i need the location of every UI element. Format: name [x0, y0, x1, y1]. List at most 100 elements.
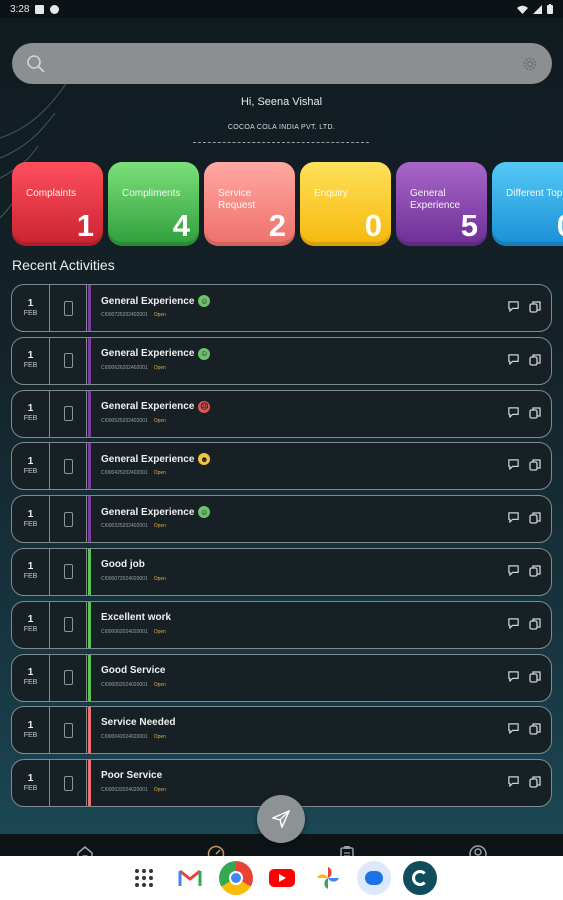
gear-icon[interactable] [522, 56, 538, 72]
activity-date: 1 FEB [12, 390, 50, 437]
activity-title: General Experience [101, 401, 195, 413]
activity-row[interactable]: 1 FEB General Experience ☺ CI000725202402001… [11, 284, 552, 332]
category-count: 1 [76, 208, 94, 243]
reply-icon[interactable] [528, 300, 542, 314]
phone-icon [64, 353, 73, 369]
status-badge: Open [153, 523, 166, 530]
activity-date: 1 FEB [12, 707, 50, 754]
comment-icon[interactable] [507, 511, 520, 524]
send-feedback-button[interactable] [257, 795, 305, 843]
search-input[interactable] [56, 56, 512, 71]
comment-icon[interactable] [507, 722, 520, 735]
ticket-id: CI000062024020001 [101, 628, 148, 635]
activity-date: 1 FEB [12, 285, 50, 331]
activity-title-wrap: Service Needed [101, 717, 176, 728]
app-icon[interactable] [402, 861, 437, 895]
activity-title: Good Service [101, 664, 166, 676]
activity-row[interactable]: 1 FEB Service Needed CI000042024020001 Open [11, 706, 552, 755]
comment-icon[interactable] [507, 300, 520, 313]
category-count: 0 [557, 208, 563, 244]
home-icon[interactable] [75, 844, 95, 856]
reply-icon[interactable] [528, 511, 542, 525]
device-thumbnail [51, 337, 87, 384]
row-actions [507, 617, 542, 631]
apps-grid-icon[interactable] [127, 861, 161, 895]
reply-icon[interactable] [528, 617, 542, 631]
activity-row[interactable]: 1 FEB General Experience ☹ CI000525202402001… [11, 389, 552, 438]
reply-icon[interactable] [528, 458, 542, 472]
activity-row[interactable]: 1 FEB General Experience ☺ CI000626202402001… [11, 336, 552, 385]
device-thumbnail [51, 601, 87, 648]
activity-row[interactable]: 1 FEB General Experience ☺ CI000325202402001… [11, 495, 552, 544]
activity-date: 1 FEB [12, 496, 50, 543]
category-count: 4 [172, 208, 190, 243]
category-accent-bar [88, 760, 91, 807]
activity-title: General Experience [101, 295, 195, 307]
activity-title: General Experience [101, 453, 195, 465]
ticket-id: CI000626202402001 [101, 364, 148, 371]
activity-day: 1 [27, 350, 34, 362]
gmail-icon[interactable] [173, 861, 207, 895]
youtube-icon[interactable] [265, 861, 299, 895]
clipboard-icon[interactable] [337, 844, 357, 856]
category-card[interactable]: Compliments 4 [108, 162, 199, 246]
comment-icon[interactable] [507, 775, 520, 788]
status-badge: Open [153, 364, 166, 371]
category-label: Complaints [26, 188, 77, 199]
category-accent-bar [88, 601, 91, 648]
signal-icon [533, 4, 542, 14]
comment-icon[interactable] [507, 406, 520, 419]
activity-meta: CI000425202402001 Open [101, 470, 166, 476]
activity-meta: CI000072024020001 Open [101, 576, 166, 582]
system-dock [0, 856, 563, 900]
category-card[interactable]: Complaints 1 [12, 162, 103, 246]
search-bar[interactable] [12, 43, 552, 84]
dashboard-icon[interactable] [206, 844, 226, 856]
comment-icon[interactable] [507, 617, 520, 630]
activity-row[interactable]: 1 FEB Excellent work CI000062024020001 Open [11, 600, 552, 649]
row-actions [507, 458, 542, 472]
category-card[interactable]: Enquiry 0 [300, 162, 391, 246]
comment-icon[interactable] [507, 353, 520, 366]
profile-icon[interactable] [468, 844, 488, 856]
activity-title-wrap: Good Service [101, 665, 165, 676]
photos-icon[interactable] [311, 861, 345, 895]
activity-day: 1 [27, 561, 34, 573]
divider [193, 142, 369, 143]
category-card[interactable]: Service Request 2 [204, 162, 295, 246]
activity-row[interactable]: 1 FEB Good Service CI000052024020001 Open [11, 653, 552, 702]
reply-icon[interactable] [528, 406, 542, 420]
activity-date: 1 FEB [12, 601, 50, 648]
activity-row[interactable]: 1 FEB General Experience ☻ CI000425202402001… [11, 442, 552, 491]
reply-icon[interactable] [528, 564, 542, 578]
activity-meta: CI000052024020001 Open [101, 682, 166, 688]
reply-icon[interactable] [528, 353, 542, 367]
activity-title-wrap: General Experience ☹ [101, 400, 211, 413]
activity-month: FEB [23, 784, 38, 792]
comment-icon[interactable] [507, 564, 520, 577]
comment-icon[interactable] [507, 670, 520, 683]
activity-month: FEB [23, 520, 38, 528]
category-count: 5 [460, 208, 478, 243]
activity-date: 1 FEB [12, 760, 50, 807]
status-bar: 3:28 [0, 0, 563, 18]
device-thumbnail [51, 654, 87, 701]
category-card[interactable]: Different Topic 0 [492, 162, 563, 246]
activity-month: FEB [23, 362, 38, 370]
reply-icon[interactable] [528, 670, 542, 684]
messages-icon[interactable] [356, 861, 391, 895]
reply-icon[interactable] [528, 722, 542, 736]
phone-icon [64, 406, 73, 422]
reply-icon[interactable] [528, 775, 542, 789]
activity-month: FEB [23, 573, 38, 581]
activity-day: 1 [27, 667, 34, 679]
category-accent-bar [88, 285, 91, 331]
smile-emoji-icon: ☺ [198, 506, 211, 519]
comment-icon[interactable] [507, 458, 520, 471]
category-accent-bar [88, 496, 91, 543]
chrome-icon[interactable] [218, 861, 253, 895]
send-icon [272, 810, 290, 828]
category-card[interactable]: General Experience 5 [396, 162, 487, 246]
phone-icon [64, 564, 73, 580]
activity-row[interactable]: 1 FEB Good job CI000072024020001 Open [11, 547, 552, 596]
